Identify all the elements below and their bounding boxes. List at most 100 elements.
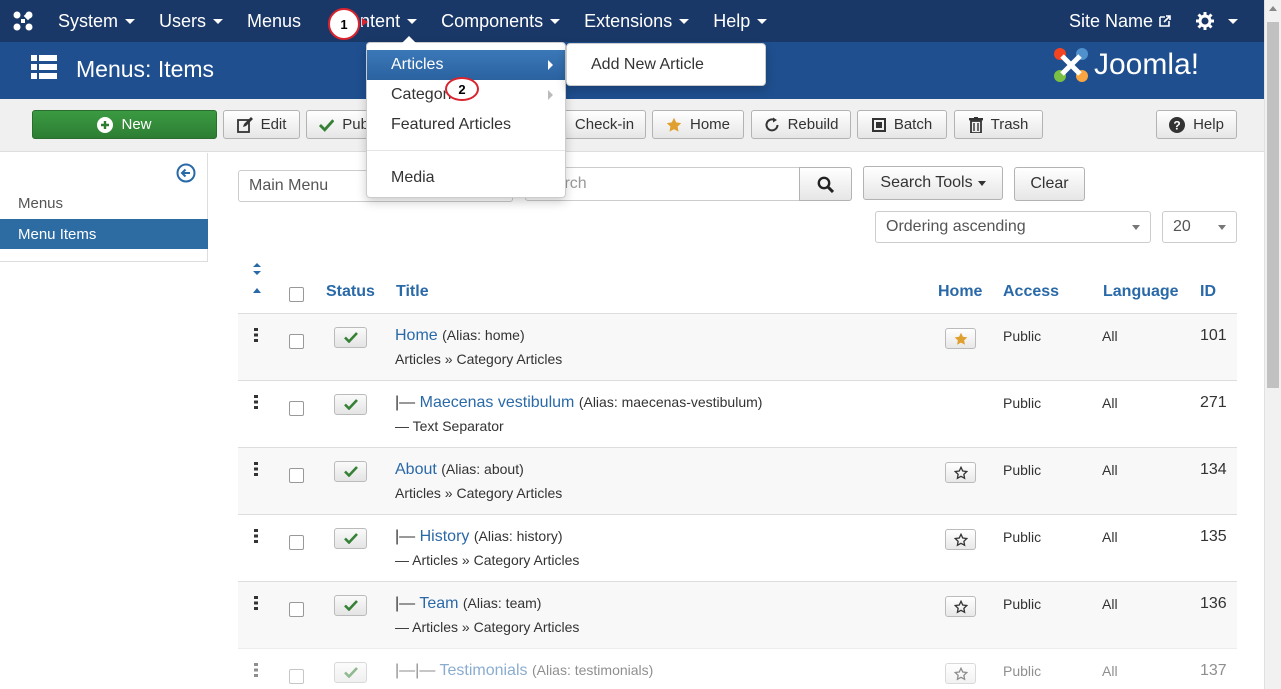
- batch-button[interactable]: Batch: [857, 110, 947, 139]
- scrollbar-thumb[interactable]: [1267, 22, 1279, 388]
- status-toggle[interactable]: [334, 662, 367, 683]
- home-set-button[interactable]: [945, 596, 976, 617]
- home-default-button[interactable]: [945, 328, 976, 349]
- row-language: All: [1102, 663, 1118, 679]
- gear-icon: [1196, 12, 1214, 30]
- row-title-link[interactable]: Team: [419, 595, 458, 612]
- check-icon: [343, 399, 358, 410]
- publish-button[interactable]: Pub: [306, 110, 370, 139]
- row-title-link[interactable]: Home: [395, 327, 438, 344]
- table-row: |— Maecenas vestibulum (Alias: maecenas-…: [238, 380, 1237, 447]
- row-title-link[interactable]: About: [395, 461, 437, 478]
- row-type: — Articles » Category Articles: [395, 552, 580, 568]
- caret-down-icon: [1218, 225, 1226, 230]
- select-all-checkbox[interactable]: [289, 287, 304, 302]
- new-button-label: New: [121, 116, 152, 133]
- search-input[interactable]: Search: [525, 167, 801, 201]
- row-checkbox[interactable]: [289, 401, 304, 416]
- column-header-language[interactable]: Language: [1103, 283, 1179, 301]
- table-row: |— History (Alias: history) — Articles »…: [238, 514, 1237, 581]
- caret-right-icon: [548, 60, 553, 70]
- menu-item-label: Media: [391, 169, 435, 186]
- menu-item-label: Categori: [391, 86, 452, 103]
- check-icon: [343, 667, 358, 678]
- edit-icon: [236, 116, 253, 133]
- nav-menus[interactable]: Menus: [235, 0, 322, 42]
- column-header-id[interactable]: ID: [1200, 283, 1216, 301]
- row-type: — Articles » Category Articles: [395, 619, 580, 635]
- search-button[interactable]: [799, 167, 852, 201]
- edit-button[interactable]: Edit: [223, 110, 300, 139]
- star-outline-icon: [953, 532, 968, 546]
- row-checkbox[interactable]: [289, 602, 304, 617]
- joomla-logo-icon[interactable]: [0, 0, 46, 42]
- annotation-marker-1: 1: [328, 8, 360, 40]
- status-toggle[interactable]: [334, 461, 367, 482]
- drag-handle-icon[interactable]: [254, 328, 258, 342]
- nav-help[interactable]: Help: [701, 0, 779, 42]
- limit-select[interactable]: 20: [1162, 211, 1237, 243]
- home-set-button[interactable]: [945, 663, 976, 684]
- nav-site-name[interactable]: Site Name: [1057, 0, 1184, 42]
- column-header-home[interactable]: Home: [938, 283, 982, 301]
- svg-text:?: ?: [1173, 118, 1180, 132]
- drag-handle-icon[interactable]: [254, 395, 258, 409]
- ordering-select[interactable]: Ordering ascending: [875, 211, 1151, 243]
- drag-handle-icon[interactable]: [254, 529, 258, 543]
- home-button[interactable]: Home: [652, 110, 744, 139]
- nav-system[interactable]: System: [46, 0, 147, 42]
- menu-item-featured-articles[interactable]: Featured Articles: [367, 110, 565, 140]
- drag-handle-icon[interactable]: [254, 596, 258, 610]
- plus-circle-icon: [97, 116, 114, 133]
- row-title-link[interactable]: Maecenas vestibulum: [420, 394, 575, 411]
- scroll-up-icon[interactable]: [1269, 6, 1277, 11]
- column-header-access[interactable]: Access: [1003, 283, 1059, 301]
- row-title-link[interactable]: Testimonials: [439, 662, 527, 679]
- home-set-button[interactable]: [945, 462, 976, 483]
- menu-item-add-new-article[interactable]: Add New Article: [591, 56, 704, 74]
- nav-components[interactable]: Components: [429, 0, 572, 42]
- menu-item-media[interactable]: Media: [367, 163, 565, 193]
- nav-system-label: System: [58, 10, 119, 31]
- row-id: 134: [1200, 461, 1227, 478]
- new-button[interactable]: New: [32, 110, 217, 139]
- caret-down-icon: [407, 18, 418, 24]
- nav-users[interactable]: Users: [147, 0, 235, 42]
- checkin-button[interactable]: Check-in: [564, 110, 646, 139]
- drag-handle-icon[interactable]: [254, 663, 258, 677]
- row-title: |— History (Alias: history): [395, 528, 563, 546]
- nav-user-settings[interactable]: [1184, 0, 1264, 42]
- sidebar-item-menus[interactable]: Menus: [0, 188, 208, 218]
- ordering-select-value: Ordering ascending: [886, 218, 1026, 235]
- refresh-icon: [765, 117, 779, 131]
- ordering-sort-icon[interactable]: [251, 261, 263, 300]
- help-button[interactable]: ? Help: [1156, 110, 1237, 139]
- status-toggle[interactable]: [334, 394, 367, 415]
- status-toggle[interactable]: [334, 327, 367, 348]
- rebuild-button[interactable]: Rebuild: [751, 110, 851, 139]
- column-header-status[interactable]: Status: [326, 283, 375, 301]
- status-toggle[interactable]: [334, 595, 367, 616]
- star-outline-icon: [953, 599, 968, 613]
- nav-extensions[interactable]: Extensions: [572, 0, 701, 42]
- page-scrollbar[interactable]: [1264, 0, 1281, 689]
- check-icon: [343, 600, 358, 611]
- row-checkbox[interactable]: [289, 468, 304, 483]
- column-header-title[interactable]: Title: [396, 283, 429, 301]
- row-checkbox[interactable]: [289, 334, 304, 349]
- search-tools-button[interactable]: Search Tools: [863, 166, 1003, 200]
- sidebar-item-menu-items[interactable]: Menu Items: [0, 219, 208, 249]
- clear-button[interactable]: Clear: [1014, 167, 1085, 201]
- status-toggle[interactable]: [334, 528, 367, 549]
- row-title-link[interactable]: History: [420, 528, 470, 545]
- home-set-button[interactable]: [945, 529, 976, 550]
- menu-item-articles[interactable]: Articles: [367, 50, 565, 80]
- row-title: Home (Alias: home): [395, 327, 525, 345]
- arrow-left-circle-icon[interactable]: [176, 163, 196, 188]
- drag-handle-icon[interactable]: [254, 462, 258, 476]
- trash-button[interactable]: Trash: [954, 110, 1043, 139]
- row-checkbox[interactable]: [289, 669, 304, 684]
- row-access: Public: [1003, 663, 1042, 679]
- trash-icon: [968, 116, 983, 133]
- row-checkbox[interactable]: [289, 535, 304, 550]
